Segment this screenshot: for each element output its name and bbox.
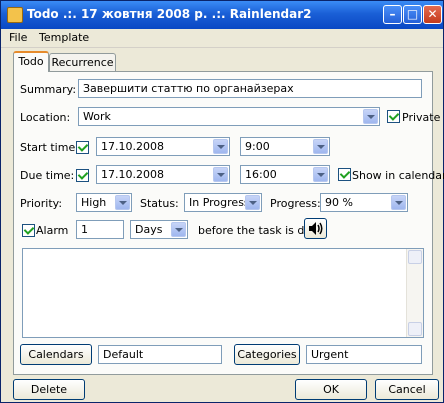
title-bar[interactable]: Todo .:. 17 жовтня 2008 р. .:. Rainlenda… <box>1 1 443 29</box>
due-date-select[interactable]: 17.10.2008 <box>96 165 230 184</box>
start-time-value: 9:00 <box>245 140 270 153</box>
dropdown-arrow-icon[interactable] <box>245 195 260 210</box>
due-date-value: 17.10.2008 <box>101 168 164 181</box>
dropdown-arrow-icon[interactable] <box>171 222 186 237</box>
calendars-button[interactable]: Calendars <box>20 344 92 365</box>
dropdown-arrow-icon[interactable] <box>213 139 228 154</box>
location-value: Work <box>83 110 111 123</box>
dropdown-arrow-icon[interactable] <box>391 195 406 210</box>
alarm-unit-value: Days <box>135 223 163 236</box>
menu-template[interactable]: Template <box>39 31 89 44</box>
show-in-calendar-label: Show in calendar <box>352 169 444 182</box>
priority-label: Priority: <box>20 197 63 210</box>
progress-select[interactable]: 90 % <box>320 193 408 212</box>
menu-file[interactable]: File <box>9 31 27 44</box>
location-label: Location: <box>20 111 71 124</box>
status-label: Status: <box>140 197 179 210</box>
due-time-value: 16:00 <box>245 168 277 181</box>
status-select[interactable]: In Progress <box>184 193 262 212</box>
close-button[interactable]: ✕ <box>423 5 442 24</box>
due-time-select[interactable]: 16:00 <box>240 165 330 184</box>
notes-textarea[interactable] <box>22 248 424 338</box>
menu-bar: File Template <box>1 29 443 48</box>
dropdown-arrow-icon[interactable] <box>313 167 328 182</box>
start-time-checkbox[interactable] <box>76 141 89 154</box>
todo-window: Todo .:. 17 жовтня 2008 р. .:. Rainlenda… <box>0 0 444 403</box>
delete-button[interactable]: Delete <box>13 379 85 400</box>
private-label: Private <box>402 111 441 124</box>
location-select[interactable]: Work <box>78 107 380 126</box>
scroll-down-icon[interactable] <box>408 322 422 336</box>
app-icon <box>7 7 23 23</box>
priority-select[interactable]: High <box>76 193 132 212</box>
alarm-unit-select[interactable]: Days <box>130 220 188 239</box>
alarm-label: Alarm <box>36 224 69 237</box>
due-time-label: Due time: <box>20 169 75 182</box>
minimize-button[interactable]: – <box>383 5 402 24</box>
alarm-sound-button[interactable] <box>304 218 327 239</box>
cancel-button[interactable]: Cancel <box>375 379 439 400</box>
calendars-input[interactable]: Default <box>98 345 222 364</box>
dropdown-arrow-icon[interactable] <box>363 109 378 124</box>
dropdown-arrow-icon[interactable] <box>115 195 130 210</box>
start-date-select[interactable]: 17.10.2008 <box>96 137 230 156</box>
notes-scrollbar[interactable] <box>406 249 423 337</box>
status-value: In Progress <box>189 196 250 209</box>
categories-input[interactable]: Urgent <box>306 345 422 364</box>
window-title: Todo .:. 17 жовтня 2008 р. .:. Rainlenda… <box>27 7 312 21</box>
start-time-label: Start time: <box>20 141 79 154</box>
speaker-icon <box>309 222 323 235</box>
summary-input[interactable]: Завершити статтю по органайзерах <box>78 79 422 98</box>
due-time-checkbox[interactable] <box>76 169 89 182</box>
start-time-select[interactable]: 9:00 <box>240 137 330 156</box>
dropdown-arrow-icon[interactable] <box>313 139 328 154</box>
start-date-value: 17.10.2008 <box>101 140 164 153</box>
alarm-amount-input[interactable]: 1 <box>76 220 124 239</box>
summary-label: Summary: <box>20 83 77 96</box>
priority-value: High <box>81 196 107 209</box>
dropdown-arrow-icon[interactable] <box>213 167 228 182</box>
alarm-checkbox[interactable] <box>22 224 35 237</box>
show-in-calendar-checkbox[interactable] <box>338 168 351 181</box>
scroll-up-icon[interactable] <box>408 250 422 264</box>
todo-panel: Summary: Завершити статтю по органайзера… <box>13 71 444 375</box>
private-checkbox[interactable] <box>387 110 400 123</box>
categories-button[interactable]: Categories <box>234 344 300 365</box>
progress-value: 90 % <box>325 196 353 209</box>
tab-todo[interactable]: Todo <box>13 51 49 72</box>
maximize-button[interactable]: □ <box>403 5 422 24</box>
tab-recurrence[interactable]: Recurrence <box>49 53 116 71</box>
ok-button[interactable]: OK <box>295 379 367 400</box>
progress-label: Progress: <box>270 197 321 210</box>
